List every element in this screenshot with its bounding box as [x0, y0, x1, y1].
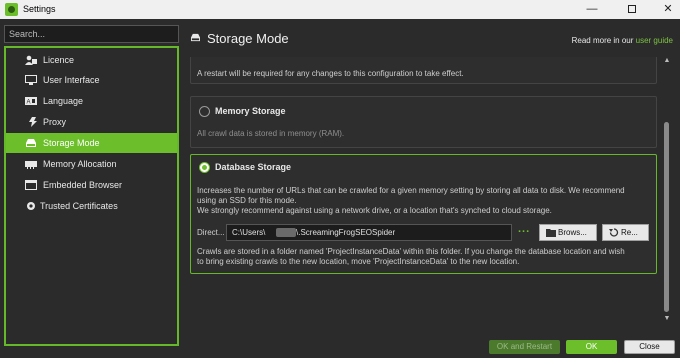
sidebar-item-user-interface[interactable]: User Interface — [6, 70, 177, 90]
more-options-dots[interactable]: ... — [518, 223, 530, 235]
scroll-up-arrow-icon[interactable]: ▲ — [662, 57, 672, 64]
scroll-down-arrow-icon[interactable]: ▼ — [662, 315, 672, 322]
directory-label: Direct... — [197, 228, 225, 237]
maximize-button[interactable] — [612, 0, 652, 19]
crawl-location-note-line1: Crawls are stored in a folder named 'Pro… — [197, 247, 625, 256]
window-title: Settings — [23, 4, 56, 14]
sidebar-item-label: Trusted Certificates — [40, 201, 118, 211]
licence-icon — [25, 55, 37, 65]
database-storage-panel[interactable]: Database Storage Increases the number of… — [190, 154, 657, 274]
sidebar: Licence User Interface A Language Proxy … — [0, 19, 186, 358]
sidebar-item-language[interactable]: A Language — [6, 91, 177, 111]
sidebar-item-label: Language — [43, 96, 84, 106]
search-input[interactable] — [5, 26, 178, 42]
sidebar-item-label: User Interface — [43, 75, 100, 85]
language-icon: A — [25, 97, 37, 106]
close-button[interactable]: Close — [624, 340, 675, 354]
memory-icon — [25, 161, 37, 169]
memory-storage-radio[interactable] — [199, 106, 210, 117]
maximize-icon — [628, 5, 636, 14]
close-window-button[interactable]: ✕ — [648, 0, 680, 19]
directory-path-prefix: C:\Users\ — [232, 228, 266, 237]
svg-text:A: A — [27, 100, 31, 106]
read-more-prefix: Read more in our — [571, 36, 636, 45]
monitor-icon — [25, 75, 37, 85]
app-logo-icon — [5, 3, 18, 16]
page-header: Storage Mode Read more in our user guide — [186, 19, 680, 57]
memory-storage-description: All crawl data is stored in memory (RAM)… — [197, 129, 345, 138]
memory-storage-title: Memory Storage — [215, 106, 286, 116]
page-title: Storage Mode — [207, 31, 289, 46]
database-description-line2: using an SSD for this mode. — [197, 196, 297, 205]
redacted-username — [276, 228, 296, 237]
browser-icon — [25, 180, 37, 190]
sidebar-item-storage-mode[interactable]: Storage Mode — [6, 133, 177, 153]
sidebar-item-licence[interactable]: Licence — [6, 50, 177, 70]
browse-label: Brows... — [558, 228, 587, 237]
settings-nav: Licence User Interface A Language Proxy … — [4, 46, 179, 346]
reset-button[interactable]: Re... — [602, 224, 649, 241]
ok-button[interactable]: OK — [566, 340, 617, 354]
sidebar-item-proxy[interactable]: Proxy — [6, 112, 177, 132]
database-warning: We strongly recommend against using a ne… — [197, 206, 552, 215]
folder-icon — [546, 229, 556, 237]
storage-icon — [191, 33, 200, 42]
memory-storage-panel[interactable]: Memory Storage All crawl data is stored … — [190, 96, 657, 148]
sidebar-item-label: Embedded Browser — [43, 180, 123, 190]
sidebar-item-label: Proxy — [43, 117, 67, 127]
content-scrollbar[interactable]: ▲ ▼ — [662, 57, 672, 325]
directory-field[interactable]: C:\Users\ \.ScreamingFrogSEOSpider — [226, 224, 512, 241]
reset-label: Re... — [621, 228, 638, 237]
sidebar-item-label: Memory Allocation — [43, 159, 117, 169]
storage-icon — [26, 139, 36, 147]
minimize-button[interactable]: — — [572, 0, 612, 19]
sidebar-item-trusted-certificates[interactable]: Trusted Certificates — [6, 196, 177, 216]
browse-button[interactable]: Brows... — [539, 224, 597, 241]
storage-options: A restart will be required for any chang… — [190, 57, 658, 325]
scrollbar-thumb[interactable] — [664, 122, 669, 312]
reset-icon — [609, 228, 619, 237]
sidebar-item-label: Licence — [43, 55, 75, 65]
ok-and-restart-button[interactable]: OK and Restart — [489, 340, 560, 354]
restart-notice: A restart will be required for any chang… — [197, 69, 464, 78]
database-description-line1: Increases the number of URLs that can be… — [197, 186, 625, 195]
sidebar-item-label: Storage Mode — [43, 138, 100, 148]
sidebar-item-embedded-browser[interactable]: Embedded Browser — [6, 175, 177, 195]
sidebar-item-memory-allocation[interactable]: Memory Allocation — [6, 154, 177, 174]
certificate-icon — [27, 202, 35, 210]
read-more-text: Read more in our user guide — [572, 36, 673, 45]
search-box[interactable] — [4, 25, 179, 43]
info-panel: A restart will be required for any chang… — [190, 57, 657, 84]
proxy-icon — [29, 117, 37, 127]
title-bar: Settings — ✕ — [0, 0, 680, 19]
database-storage-radio[interactable] — [199, 162, 210, 173]
user-guide-link[interactable]: user guide — [636, 36, 673, 45]
crawl-location-note-line2: to bring existing crawls to the new loca… — [197, 257, 520, 266]
directory-path-suffix: \.ScreamingFrogSEOSpider — [296, 228, 396, 237]
database-storage-title: Database Storage — [215, 162, 292, 172]
